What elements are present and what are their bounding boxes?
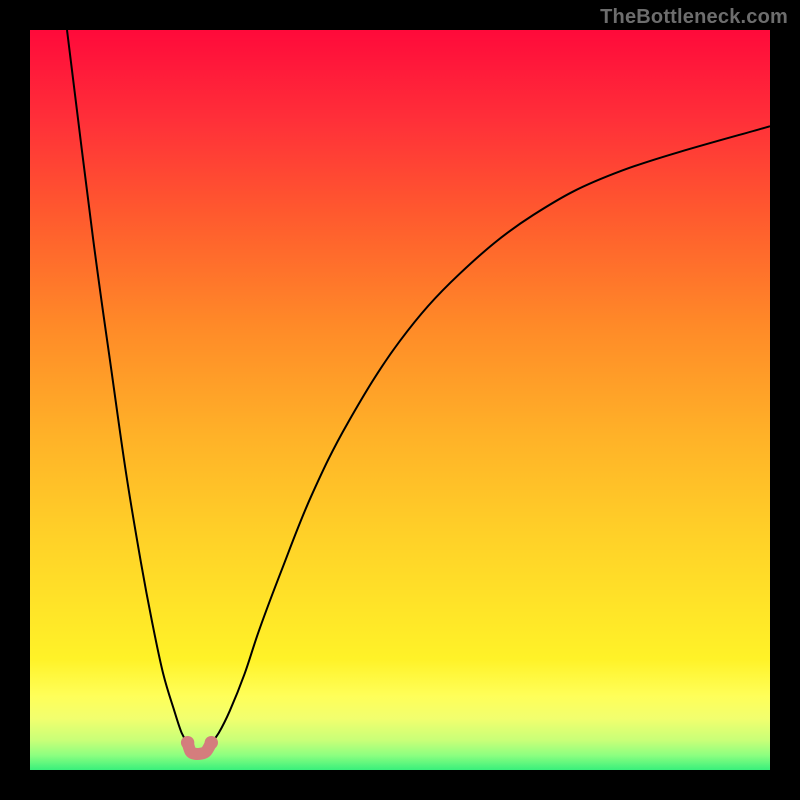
curve-left-branch (67, 30, 188, 743)
chart-frame: TheBottleneck.com (0, 0, 800, 800)
curve-right-branch (211, 126, 770, 742)
plot-area (30, 30, 770, 770)
chart-svg (30, 30, 770, 770)
marker-left-dot (181, 736, 194, 749)
watermark-text: TheBottleneck.com (600, 6, 788, 29)
marker-right-dot (205, 736, 218, 749)
